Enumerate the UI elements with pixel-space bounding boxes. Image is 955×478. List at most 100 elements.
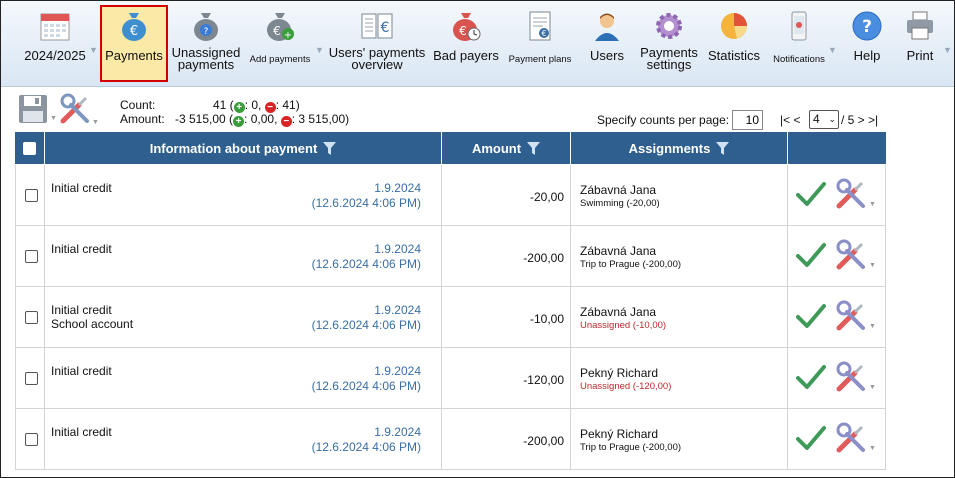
amount-cell: -10,00 — [442, 287, 571, 348]
toolbar-label: Users' payments overview — [328, 45, 426, 72]
toolbar-payments[interactable]: € Payments — [102, 7, 166, 83]
row-select-cell — [15, 348, 45, 409]
payment-description: Initial credit — [51, 181, 112, 195]
per-page-label: Specify counts per page: — [597, 113, 730, 127]
select-all-checkbox[interactable] — [23, 141, 36, 155]
tools-icon[interactable] — [835, 422, 867, 454]
amount-plus-value: : 0,00, — [244, 112, 281, 126]
chevron-down-icon[interactable]: ▼ — [869, 262, 876, 269]
payment-date[interactable]: 1.9.2024 — [312, 425, 421, 440]
toolbar-label: Unassigned payments — [171, 45, 241, 72]
row-checkbox[interactable] — [25, 433, 38, 446]
chevron-down-icon: ⌄ — [828, 114, 836, 124]
svg-text:€: € — [273, 24, 281, 38]
count-plus-value: : 0, — [244, 98, 265, 112]
chevron-down-icon[interactable]: ▼ — [869, 201, 876, 208]
toolbar-users[interactable]: Users — [586, 7, 628, 83]
assigned-user-name[interactable]: Zábavná Jana — [580, 244, 656, 258]
assignments-cell: Pekný Richard Unassigned (-120,00) — [571, 348, 788, 409]
toolbar-help[interactable]: ? Help — [847, 7, 887, 83]
plus-icon: + — [233, 116, 245, 127]
checkmark-icon[interactable] — [796, 241, 826, 269]
actions-cell: ▼ — [788, 226, 886, 287]
row-checkbox[interactable] — [25, 311, 38, 324]
chevron-down-icon[interactable]: ▼ — [50, 115, 57, 122]
page-select[interactable]: 4 ⌄ — [809, 110, 839, 129]
filter-icon[interactable] — [527, 141, 541, 155]
payment-date[interactable]: 1.9.2024 — [312, 364, 421, 379]
column-header-label: Assignments — [628, 140, 711, 156]
chevron-down-icon[interactable]: ▼ — [869, 445, 876, 452]
payment-date[interactable]: 1.9.2024 — [312, 181, 421, 196]
toolbar-year-selector[interactable]: 2024/2025 — [23, 7, 87, 83]
summary-bar: ▼ ▼ Count: 41 (+: 0, −: 41) Amount: -3 5… — [1, 89, 954, 131]
row-checkbox[interactable] — [25, 189, 38, 202]
header-assignments[interactable]: Assignments — [571, 132, 788, 164]
toolbar-payment-plans[interactable]: € Payment plans — [507, 7, 573, 83]
amount-label: Amount: — [120, 112, 165, 126]
chevron-down-icon[interactable]: ▼ — [869, 323, 876, 330]
toolbar-label: Notifications — [773, 54, 825, 65]
chevron-down-icon[interactable]: ▼ — [869, 384, 876, 391]
assigned-user-name[interactable]: Pekný Richard — [580, 427, 658, 441]
assigned-user-name[interactable]: Zábavná Jana — [580, 305, 656, 319]
count-total: 41 ( — [213, 98, 234, 112]
tools-icon[interactable] — [835, 178, 867, 210]
payment-description: Initial credit — [51, 303, 112, 317]
chevron-down-icon[interactable]: ▼ — [92, 119, 99, 126]
row-checkbox[interactable] — [25, 250, 38, 263]
toolbar-notifications[interactable]: Notifications — [770, 7, 828, 83]
payment-dates: 1.9.2024 (12.6.2024 4:06 PM) — [312, 364, 421, 394]
money-bag-question-icon: ? — [194, 13, 218, 41]
column-header-label: Amount — [471, 140, 522, 156]
filter-icon[interactable] — [323, 141, 337, 155]
chevron-down-icon[interactable]: ▼ — [828, 45, 837, 55]
header-select-all-cell — [15, 132, 45, 164]
toolbar-users-payments-overview[interactable]: € Users' payments overview — [328, 7, 426, 83]
pager-prev[interactable]: |< < — [780, 113, 800, 127]
payment-info-cell: Initial credit 1.9.2024 (12.6.2024 4:06 … — [45, 409, 442, 470]
checkmark-icon[interactable] — [796, 180, 826, 208]
assigned-user-name[interactable]: Pekný Richard — [580, 366, 658, 380]
svg-text:€: € — [541, 29, 546, 38]
checkmark-icon[interactable] — [796, 363, 826, 391]
row-select-cell — [15, 287, 45, 348]
assigned-user-name[interactable]: Zábavná Jana — [580, 183, 656, 197]
tools-icon[interactable] — [835, 300, 867, 332]
tools-icon[interactable] — [835, 361, 867, 393]
header-information[interactable]: Information about payment — [45, 132, 442, 164]
chevron-down-icon[interactable]: ▼ — [315, 45, 324, 55]
toolbar-bad-payers[interactable]: € Bad payers — [433, 7, 499, 83]
page-select-value: 4 — [813, 112, 820, 126]
toolbar-statistics[interactable]: Statistics — [707, 7, 761, 83]
toolbar-unassigned-payments[interactable]: ? Unassigned payments — [171, 7, 241, 83]
assignments-cell: Zábavná Jana Unassigned (-10,00) — [571, 287, 788, 348]
table-row: Initial credit 1.9.2024 (12.6.2024 4:06 … — [15, 165, 886, 226]
save-icon[interactable] — [17, 93, 49, 125]
payment-amount: -20,00 — [529, 190, 564, 204]
payment-date[interactable]: 1.9.2024 — [312, 242, 421, 257]
per-page-input[interactable] — [732, 110, 763, 130]
checkmark-icon[interactable] — [796, 302, 826, 330]
toolbar-payments-settings[interactable]: Payments settings — [635, 7, 703, 83]
money-bag-add-icon: € + — [267, 13, 294, 41]
payment-date[interactable]: 1.9.2024 — [312, 303, 421, 318]
toolbar-label: Payments settings — [640, 45, 698, 72]
payment-amount: -10,00 — [529, 312, 564, 326]
toolbar-add-payments[interactable]: € + Add payments — [249, 7, 311, 83]
assignment-detail: Unassigned (-120,00) — [580, 381, 672, 392]
toolbar-print[interactable]: Print — [900, 7, 940, 83]
pager-total-next[interactable]: / 5 > >| — [841, 113, 878, 127]
checkmark-icon[interactable] — [796, 424, 826, 452]
payment-amount: -200,00 — [523, 251, 564, 265]
filter-icon[interactable] — [716, 141, 730, 155]
svg-text:€: € — [381, 20, 390, 36]
tools-icon[interactable] — [59, 93, 91, 125]
tools-icon[interactable] — [835, 239, 867, 271]
chevron-down-icon[interactable]: ▼ — [89, 45, 98, 55]
chevron-down-icon[interactable]: ▼ — [943, 45, 952, 55]
minus-icon: − — [280, 116, 292, 127]
payment-created-datetime: (12.6.2024 4:06 PM) — [311, 440, 421, 454]
row-checkbox[interactable] — [25, 372, 38, 385]
header-amount[interactable]: Amount — [442, 132, 571, 164]
